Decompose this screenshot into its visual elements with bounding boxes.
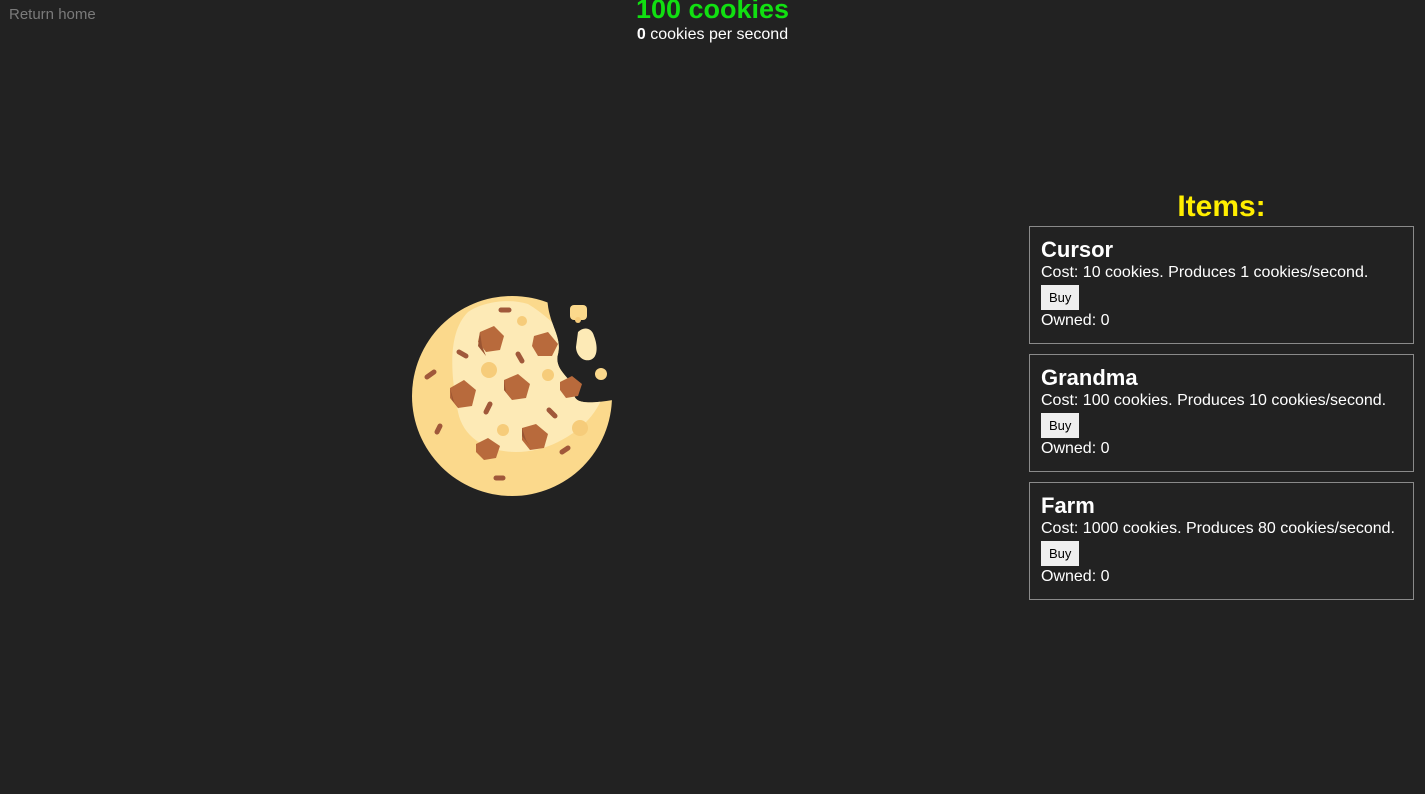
item-name: Grandma	[1041, 365, 1138, 390]
item-owned: Owned: 0	[1041, 440, 1110, 457]
store-item-grandma: Grandma Cost: 100 cookies. Produces 10 c…	[1029, 354, 1414, 472]
buy-cursor-button[interactable]: Buy	[1041, 285, 1080, 310]
item-name: Farm	[1041, 493, 1095, 518]
item-owned: Owned: 0	[1041, 312, 1110, 329]
cps-value: 0	[636, 26, 646, 43]
store-item-farm: Farm Cost: 1000 cookies. Produces 80 coo…	[1029, 482, 1414, 600]
item-name: Cursor	[1041, 237, 1114, 262]
stats-header: 100 cookies 0 cookies per second	[0, 0, 1425, 44]
game-page: Return home 100 cookies 0 cookies per se…	[0, 0, 1425, 794]
item-description: Cost: 100 cookies. Produces 10 cookies/s…	[1041, 392, 1387, 409]
cookie-icon[interactable]	[408, 292, 618, 502]
items-title: Items:	[1177, 190, 1266, 223]
items-panel: Items: Cursor Cost: 10 cookies. Produces…	[1029, 188, 1414, 610]
cookie-count: 100 cookies	[635, 0, 790, 24]
buy-farm-button[interactable]: Buy	[1041, 541, 1080, 566]
buy-grandma-button[interactable]: Buy	[1041, 413, 1080, 438]
item-description: Cost: 10 cookies. Produces 1 cookies/sec…	[1041, 264, 1369, 281]
cookies-per-second: 0 cookies per second	[0, 26, 1425, 44]
store-item-cursor: Cursor Cost: 10 cookies. Produces 1 cook…	[1029, 226, 1414, 344]
cps-label: cookies per second	[645, 26, 789, 43]
item-owned: Owned: 0	[1041, 568, 1110, 585]
item-description: Cost: 1000 cookies. Produces 80 cookies/…	[1041, 520, 1395, 537]
